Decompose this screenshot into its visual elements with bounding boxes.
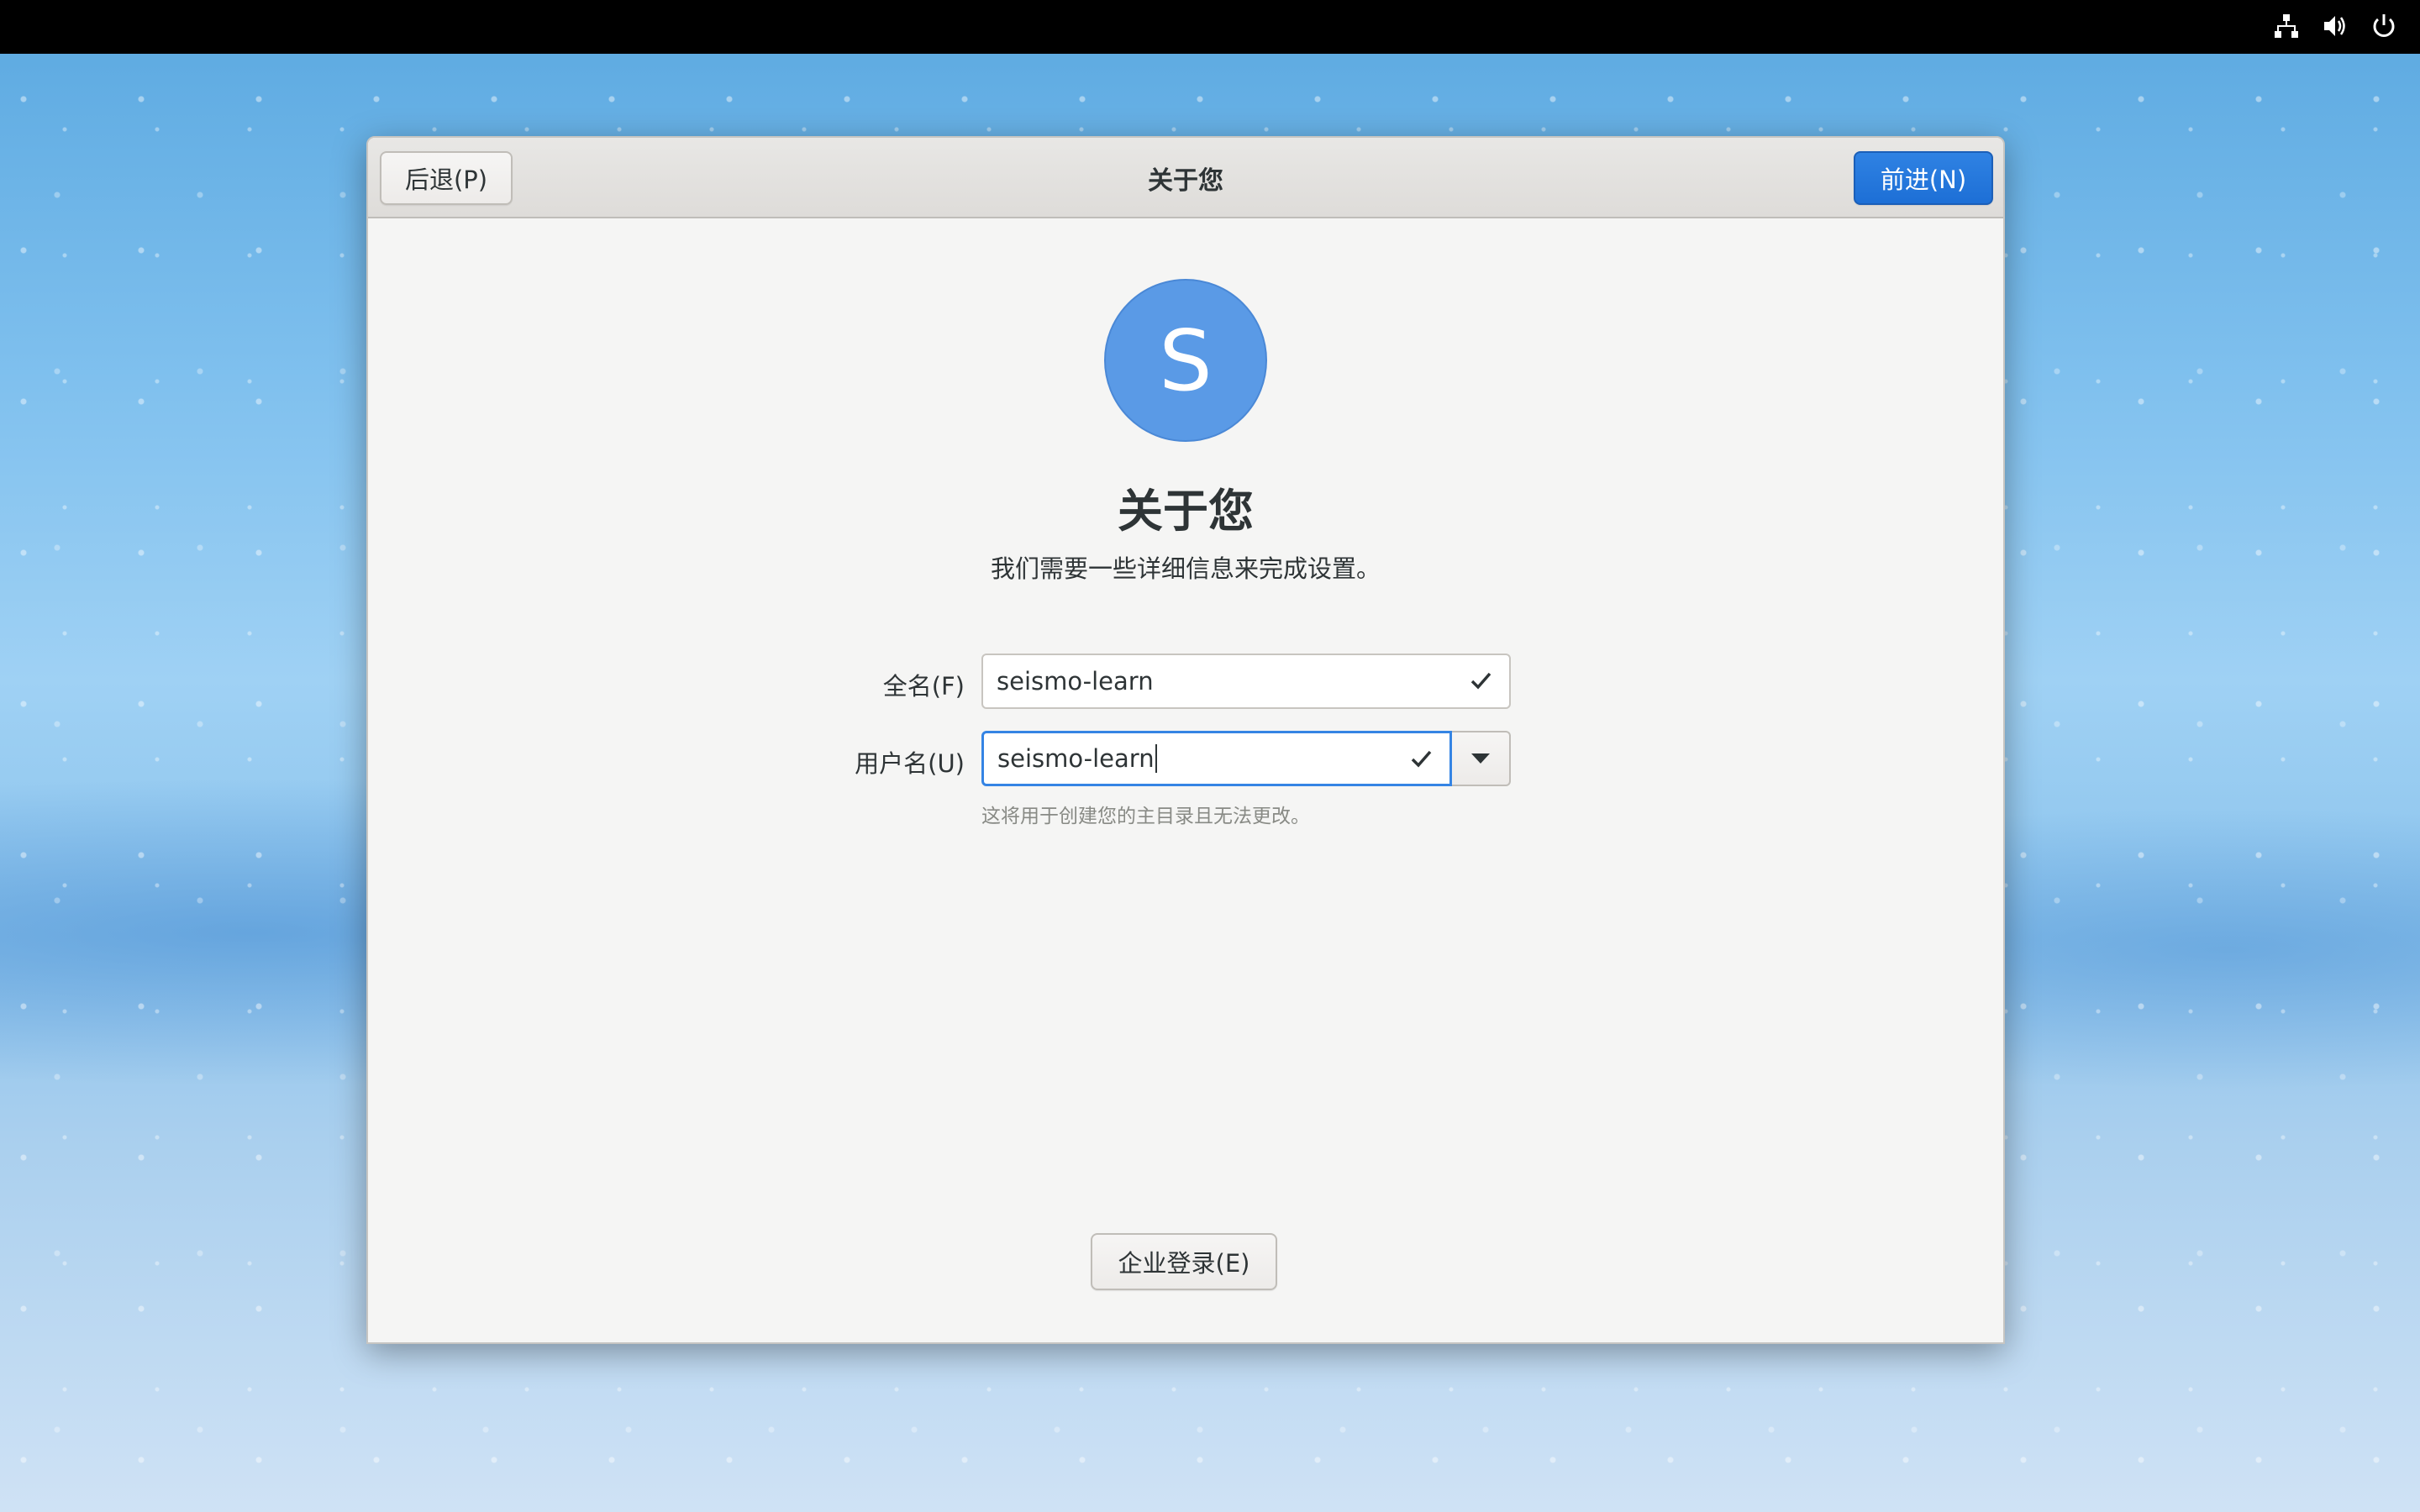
volume-icon[interactable] — [2321, 12, 2349, 40]
header-bar: 后退(P) 关于您 前进(N) — [368, 138, 2003, 218]
system-tray — [2272, 12, 2398, 40]
text-cursor — [1155, 744, 1157, 773]
page-heading: 关于您 — [1118, 485, 1254, 538]
full-name-label: 全名(F) — [882, 672, 965, 701]
username-field[interactable]: seismo-learn — [981, 731, 1452, 786]
chevron-down-icon — [1471, 753, 1490, 764]
username-dropdown-button[interactable] — [1452, 731, 1511, 786]
top-bar — [0, 0, 2420, 54]
checkmark-icon — [1465, 665, 1496, 696]
dialog-title: 关于您 — [1148, 166, 1223, 196]
username-value: seismo-learn — [997, 744, 1155, 773]
network-icon[interactable] — [2272, 12, 2301, 40]
full-name-value: seismo-learn — [997, 667, 1154, 696]
avatar[interactable]: S — [1104, 279, 1267, 442]
checkmark-icon — [1406, 743, 1436, 774]
enterprise-login-button[interactable]: 企业登录(E) — [1091, 1233, 1277, 1290]
setup-dialog: 后退(P) 关于您 前进(N) S 关于您 我们需要一些详细信息来完成设置。 全… — [366, 136, 2005, 1344]
username-label: 用户名(U) — [855, 749, 965, 778]
next-button[interactable]: 前进(N) — [1854, 151, 1993, 205]
power-icon[interactable] — [2370, 12, 2398, 40]
username-hint: 这将用于创建您的主目录且无法更改。 — [981, 806, 1310, 827]
page-subheading: 我们需要一些详细信息来完成设置。 — [990, 554, 1381, 583]
full-name-field[interactable]: seismo-learn — [981, 654, 1511, 709]
